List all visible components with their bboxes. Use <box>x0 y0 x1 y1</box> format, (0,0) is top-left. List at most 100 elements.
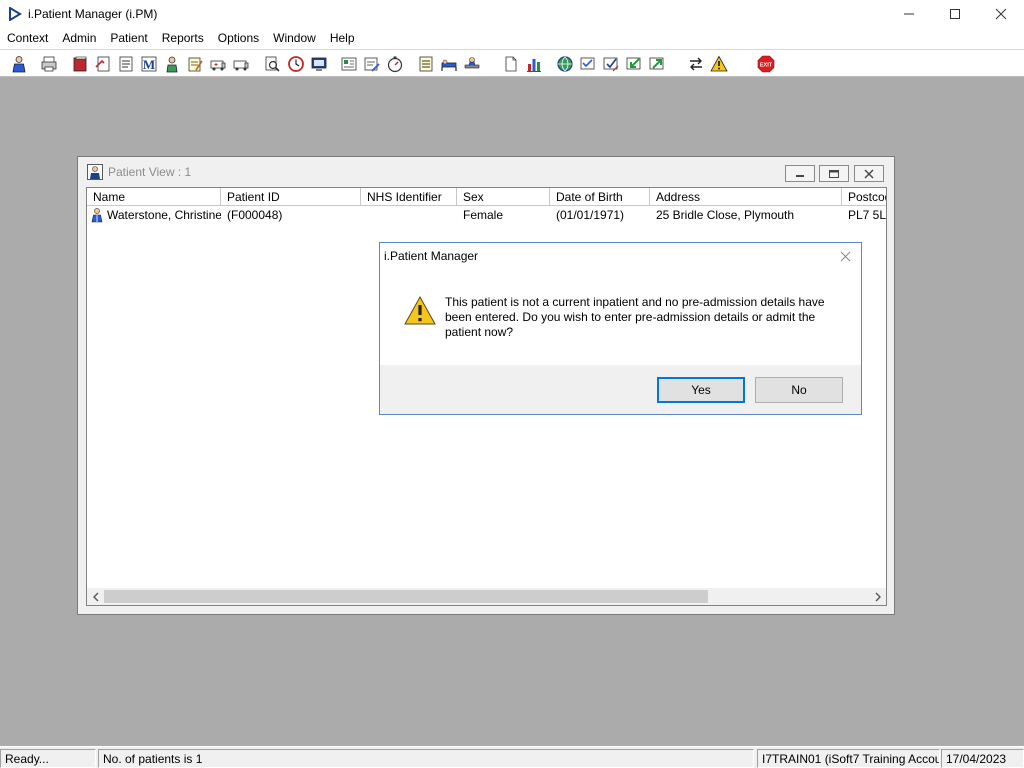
menu-help[interactable]: Help <box>323 28 362 49</box>
red-book-icon <box>73 56 87 72</box>
check-document-icon <box>603 57 619 72</box>
cell-address: 25 Bridle Close, Plymouth <box>656 208 795 222</box>
dialog-footer: Yes No <box>380 365 861 414</box>
checklist-icon <box>580 57 595 70</box>
child-minimize-button[interactable] <box>785 165 815 182</box>
monitor-icon <box>311 57 327 71</box>
column-header-name[interactable]: Name <box>87 188 221 206</box>
swap-arrows-icon <box>690 57 702 71</box>
menu-reports[interactable]: Reports <box>155 28 211 49</box>
transport-2-button[interactable] <box>230 53 252 75</box>
exit-stop-icon: EXIT <box>757 55 775 73</box>
validate-button[interactable] <box>600 53 622 75</box>
menu-window[interactable]: Window <box>266 28 323 49</box>
window-controls <box>886 0 1024 28</box>
document-list-icon <box>119 56 133 72</box>
admissions-button[interactable] <box>361 53 383 75</box>
exit-button[interactable]: EXIT <box>755 53 777 75</box>
app-logo-icon <box>9 7 22 21</box>
scroll-right-button[interactable] <box>869 588 886 605</box>
yes-button[interactable]: Yes <box>657 377 745 403</box>
menu-bar: Context Admin Patient Reports Options Wi… <box>0 28 1024 49</box>
menu-options[interactable]: Options <box>211 28 266 49</box>
cell-nhs-identifier <box>361 206 457 224</box>
patient-person-icon <box>12 56 26 73</box>
mail-merge-button[interactable]: M <box>138 53 160 75</box>
dialog-close-button[interactable] <box>835 247 855 265</box>
warning-icon <box>404 295 436 325</box>
close-button[interactable] <box>978 0 1024 28</box>
dialog-message: This patient is not a current inpatient … <box>445 295 825 339</box>
notes-button[interactable] <box>184 53 206 75</box>
column-header-sex[interactable]: Sex <box>457 188 550 206</box>
casenote-button[interactable] <box>69 53 91 75</box>
discharge-button[interactable] <box>461 53 483 75</box>
close-icon <box>864 169 874 178</box>
transfer-button[interactable] <box>685 53 707 75</box>
confirm-dialog: i.Patient Manager This patient is not a … <box>379 242 862 415</box>
child-restore-button[interactable] <box>819 165 849 182</box>
horizontal-scrollbar[interactable] <box>87 588 886 605</box>
app-title: i.Patient Manager (i.PM) <box>28 7 158 21</box>
green-arrow-out-icon <box>649 57 664 70</box>
status-ready: Ready... <box>0 749 96 768</box>
letter-m-icon: M <box>141 56 157 72</box>
chevron-right-icon <box>875 592 881 601</box>
ward-view-button[interactable] <box>338 53 360 75</box>
child-close-button[interactable] <box>854 165 884 182</box>
toolbar: M EXIT <box>0 49 1024 77</box>
column-header-date-of-birth[interactable]: Date of Birth <box>550 188 650 206</box>
green-arrow-in-icon <box>626 57 641 70</box>
column-header-patient-id[interactable]: Patient ID <box>221 188 361 206</box>
stopwatch-icon <box>387 56 403 73</box>
timer-button[interactable] <box>384 53 406 75</box>
notepad-edit-icon <box>188 57 203 72</box>
menu-context[interactable]: Context <box>0 28 55 49</box>
no-button[interactable]: No <box>755 377 843 403</box>
status-bar: Ready... No. of patients is 1 I7TRAIN01 … <box>0 746 1024 768</box>
column-header-address[interactable]: Address <box>650 188 842 206</box>
maximize-icon <box>950 9 960 19</box>
patient-name: Waterstone, Christine... <box>107 208 221 222</box>
transport-button[interactable] <box>207 53 229 75</box>
new-document-button[interactable] <box>500 53 522 75</box>
cell-sex: Female <box>463 208 504 222</box>
exit-label: EXIT <box>760 62 773 68</box>
print-button[interactable] <box>38 53 60 75</box>
blank-page-icon <box>505 56 517 72</box>
column-header-postcode[interactable]: Postcode <box>842 188 886 206</box>
import-button[interactable] <box>623 53 645 75</box>
bed-button[interactable] <box>438 53 460 75</box>
scroll-thumb[interactable] <box>104 590 708 603</box>
clinician-button[interactable] <box>161 53 183 75</box>
network-button[interactable] <box>554 53 576 75</box>
letters-button[interactable] <box>115 53 137 75</box>
clinician-person-icon <box>166 56 178 73</box>
restore-icon <box>829 169 839 178</box>
patient-search-button[interactable] <box>8 53 30 75</box>
maximize-button[interactable] <box>932 0 978 28</box>
minimize-button[interactable] <box>886 0 932 28</box>
column-header-nhs-identifier[interactable]: NHS Identifier <box>361 188 457 206</box>
referral-button[interactable] <box>92 53 114 75</box>
export-button[interactable] <box>646 53 668 75</box>
menu-admin[interactable]: Admin <box>55 28 103 49</box>
alerts-button[interactable] <box>708 53 730 75</box>
globe-icon <box>557 56 573 72</box>
clock-button[interactable] <box>285 53 307 75</box>
close-icon <box>840 251 850 261</box>
table-row[interactable]: Waterstone, Christine... (F000048) Femal… <box>87 206 886 224</box>
patient-list-header: Name Patient ID NHS Identifier Sex Date … <box>87 188 886 206</box>
patient-view-icon <box>87 164 103 180</box>
scroll-left-button[interactable] <box>87 588 104 605</box>
waiting-list-button[interactable] <box>415 53 437 75</box>
screen-button[interactable] <box>308 53 330 75</box>
cell-name: Waterstone, Christine... <box>87 206 221 224</box>
patient-view-title: Patient View : 1 <box>108 165 192 179</box>
search-record-button[interactable] <box>261 53 283 75</box>
statistics-button[interactable] <box>523 53 545 75</box>
checklist-button[interactable] <box>577 53 599 75</box>
status-account: I7TRAIN01 (iSoft7 Training Account) <box>757 749 940 768</box>
minimize-icon <box>796 174 804 177</box>
menu-patient[interactable]: Patient <box>103 28 154 49</box>
